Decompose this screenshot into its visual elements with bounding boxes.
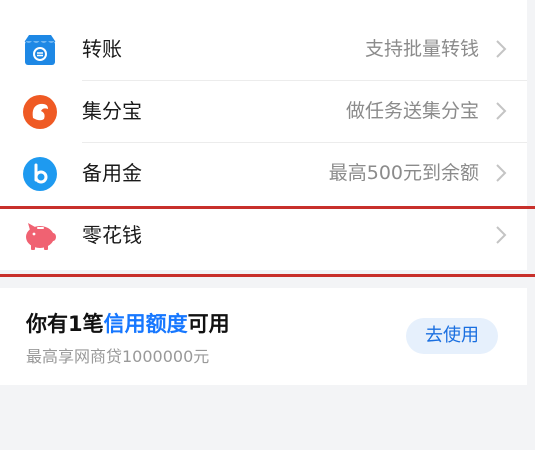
promo-subtitle: 最高享网商贷1000000元 <box>26 347 210 366</box>
chevron-right-icon <box>495 39 507 59</box>
row-beiyongjin[interactable]: 备用金 最高500元到余额 <box>0 142 527 204</box>
row-label: 转账 <box>82 37 122 61</box>
row-transfer[interactable]: 转账 支持批量转钱 <box>0 18 527 80</box>
row-linghuaqian[interactable]: 零花钱 <box>0 204 527 266</box>
promo-title-highlight: 信用额度 <box>103 312 188 336</box>
chevron-right-icon <box>495 101 507 121</box>
chevron-right-icon <box>495 225 507 245</box>
row-description: 做任务送集分宝 <box>345 100 479 122</box>
promo-title-prefix: 你有1笔 <box>26 312 104 336</box>
row-description: 最高500元到余额 <box>328 162 479 184</box>
promo-title-suffix: 可用 <box>187 312 230 336</box>
row-label: 备用金 <box>82 161 142 185</box>
piggy-bank-icon <box>22 218 58 254</box>
services-list: 转账 支持批量转钱 集分宝 做任务送集分宝 备用金 最高500元到余额 零花钱 <box>0 0 527 270</box>
row-label: 零花钱 <box>82 223 142 247</box>
transfer-shop-icon <box>22 32 58 68</box>
highlight-border-top <box>0 206 535 209</box>
promo-title: 你有1笔信用额度可用 <box>26 308 230 338</box>
row-description: 支持批量转钱 <box>364 38 479 60</box>
row-label: 集分宝 <box>82 99 142 123</box>
row-jifenbao[interactable]: 集分宝 做任务送集分宝 <box>0 80 527 142</box>
chevron-right-icon <box>495 163 507 183</box>
highlight-border-bottom <box>0 274 535 277</box>
jifenbao-icon <box>22 94 58 130</box>
credit-promo-card: 你有1笔信用额度可用 最高享网商贷1000000元 去使用 <box>0 288 527 385</box>
beiyongjin-icon <box>22 156 58 192</box>
use-credit-button[interactable]: 去使用 <box>406 318 498 354</box>
